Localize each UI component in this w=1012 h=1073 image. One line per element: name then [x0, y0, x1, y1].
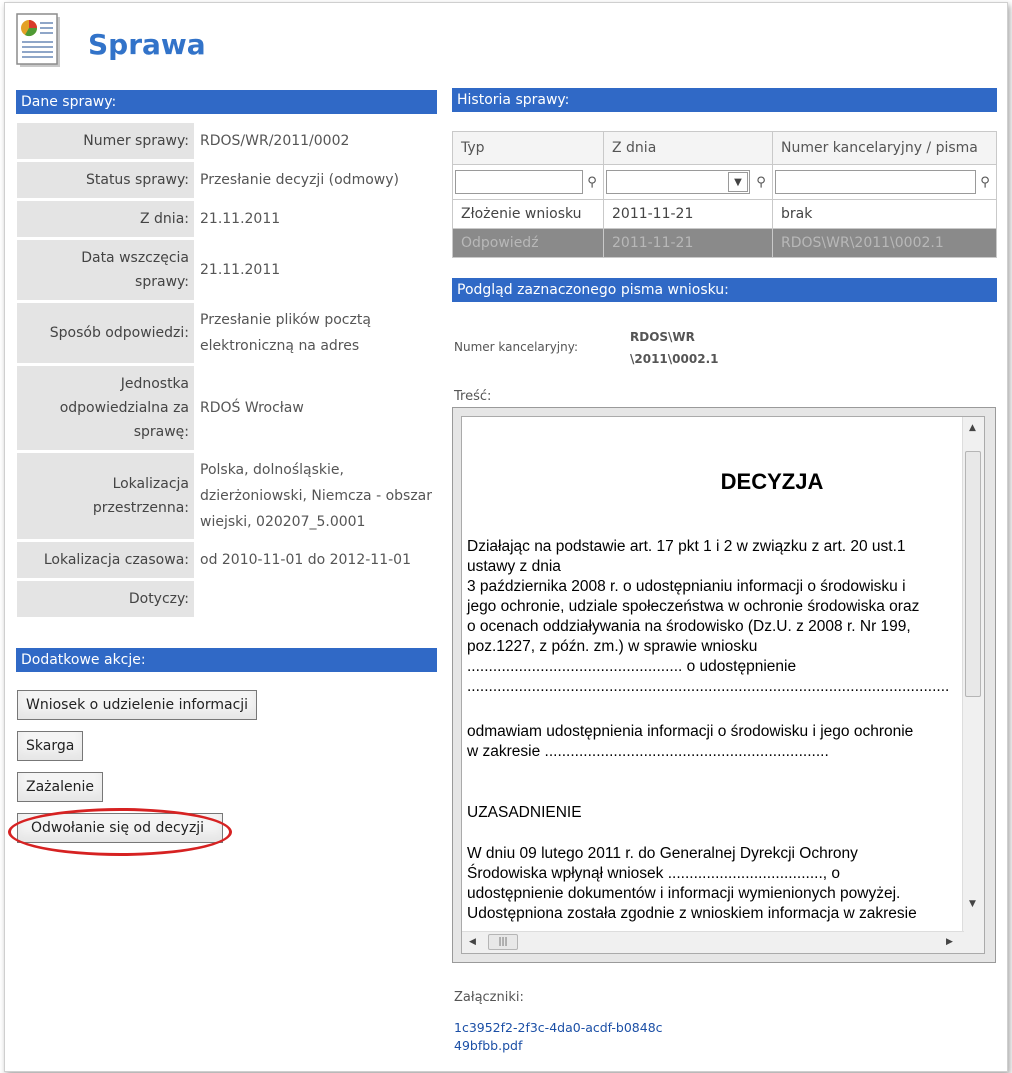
document-heading: DECYZJA: [720, 469, 824, 494]
cell-type: Złożenie wniosku: [452, 199, 604, 229]
cell-number: RDOS\WR\2011\0002.1: [772, 228, 997, 258]
detail-value: od 2010-11-01 do 2012-11-01: [200, 552, 411, 568]
detail-row-temporal: Lokalizacja czasowa: od 2010-11-01 do 20…: [17, 542, 437, 578]
detail-row-status: Status sprawy: Przesłanie decyzji (odmow…: [17, 162, 437, 198]
attachment-link[interactable]: 1c3952f2-2f3c-4da0-acdf-b0848c49bfbb.pdf: [454, 1019, 664, 1055]
detail-row-numer: Numer sprawy: RDOS/WR/2011/0002: [17, 123, 437, 159]
complaint-button[interactable]: Skarga: [17, 731, 84, 761]
detail-row-unit: Jednostka odpowiedzialna za sprawę: RDOŚ…: [17, 366, 437, 450]
cell-date: 2011-11-21: [603, 199, 773, 229]
page-header: Sprawa: [16, 12, 206, 72]
detail-value: RDOŚ Wrocław: [200, 400, 304, 416]
vertical-scroll-thumb[interactable]: [965, 451, 981, 697]
table-row[interactable]: Złożenie wniosku 2011-11-21 brak: [452, 199, 997, 229]
history-section-header: Historia sprawy:: [452, 88, 997, 112]
document-report-icon: [16, 13, 72, 71]
content-label: Treść:: [454, 389, 492, 404]
document-paragraph: Działając na podstawie art. 17 pkt 1 i 2…: [467, 538, 950, 695]
appeal-decision-button[interactable]: Odwołanie się od decyzji: [17, 813, 223, 843]
detail-label: Z dnia:: [17, 201, 194, 237]
detail-label: Lokalizacja czasowa:: [17, 542, 194, 578]
actions-section-header: Dodatkowe akcje:: [16, 648, 437, 672]
cell-type: Odpowiedź: [452, 228, 604, 258]
document-paragraph: odmawiam udostępnienia informacji o środ…: [467, 723, 914, 760]
column-header-type[interactable]: Typ: [452, 131, 604, 165]
grievance-button[interactable]: Zażalenie: [17, 772, 103, 802]
details-section-header: Dane sprawy:: [16, 90, 437, 114]
filter-number-input[interactable]: [775, 170, 976, 194]
detail-row-start-date: Data wszczęcia sprawy: 21.11.2011: [17, 240, 437, 300]
horizontal-scroll-thumb[interactable]: |||: [488, 934, 518, 950]
filter-type-input[interactable]: [455, 170, 583, 194]
cell-number: brak: [772, 199, 997, 229]
detail-value: Polska, dolnośląskie, dzierżoniowski, Ni…: [200, 462, 432, 530]
cell-date: 2011-11-21: [603, 228, 773, 258]
filter-cell: ⚲: [772, 164, 997, 200]
detail-label: Lokalizacja przestrzenna:: [17, 453, 194, 539]
registry-number-label: Numer kancelaryjny:: [454, 340, 579, 354]
document-paragraph: W dniu 09 lutego 2011 r. do Generalnej D…: [467, 845, 917, 922]
scroll-up-icon[interactable]: ▲: [969, 423, 976, 433]
scrollbar-corner: [963, 932, 984, 953]
attachments-label: Załączniki:: [454, 990, 524, 1005]
detail-label: Data wszczęcia sprawy:: [17, 240, 194, 300]
document-content: DECYZJA Działając na podstawie art. 17 p…: [462, 417, 964, 933]
document-paragraph: UZASADNIENIE: [467, 804, 582, 821]
detail-value: 21.11.2011: [200, 211, 281, 227]
detail-value: 21.11.2011: [200, 262, 281, 278]
detail-value: Przesłanie plików pocztą elektroniczną n…: [200, 312, 371, 354]
horizontal-scrollbar[interactable]: ◀ ||| ▶: [462, 931, 964, 953]
registry-number-value: RDOS\WR \2011\0002.1: [630, 326, 750, 370]
detail-row-subject: Dotyczy:: [17, 581, 437, 617]
detail-row-response-method: Sposób odpowiedzi: Przesłanie plików poc…: [17, 303, 437, 363]
filter-icon[interactable]: ⚲: [976, 175, 994, 190]
detail-row-date: Z dnia: 21.11.2011: [17, 201, 437, 237]
vertical-scrollbar[interactable]: ▲ ▼: [962, 417, 984, 933]
table-row-selected[interactable]: Odpowiedź 2011-11-21 RDOS\WR\2011\0002.1: [452, 228, 997, 258]
request-information-button[interactable]: Wniosek o udzielenie informacji: [17, 690, 258, 720]
registry-number-line: \2011\0002.1: [630, 352, 719, 366]
scroll-down-icon[interactable]: ▼: [969, 899, 976, 909]
filter-icon[interactable]: ⚲: [752, 175, 770, 190]
detail-value: RDOS/WR/2011/0002: [200, 133, 350, 149]
details-table: Numer sprawy: RDOS/WR/2011/0002 Status s…: [17, 120, 437, 620]
scroll-left-icon[interactable]: ◀: [469, 937, 476, 947]
filter-cell: ▼ ⚲: [603, 164, 773, 200]
detail-label: Status sprawy:: [17, 162, 194, 198]
registry-number-line: RDOS\WR: [630, 330, 695, 344]
preview-section-header: Podgląd zaznaczonego pisma wniosku:: [452, 278, 997, 302]
detail-label: Sposób odpowiedzi:: [17, 303, 194, 363]
column-header-number[interactable]: Numer kancelaryjny / pisma: [772, 131, 997, 165]
detail-label: Jednostka odpowiedzialna za sprawę:: [17, 366, 194, 450]
detail-value: Przesłanie decyzji (odmowy): [200, 172, 399, 188]
filter-icon[interactable]: ⚲: [583, 175, 601, 190]
page-title: Sprawa: [88, 27, 206, 61]
chevron-down-icon[interactable]: ▼: [728, 172, 748, 192]
column-header-date[interactable]: Z dnia: [603, 131, 773, 165]
filter-row: ⚲ ▼ ⚲ ⚲: [452, 164, 997, 200]
detail-label: Dotyczy:: [17, 581, 194, 617]
document-viewer: DECYZJA Działając na podstawie art. 17 p…: [452, 407, 996, 963]
document-area[interactable]: DECYZJA Działając na podstawie art. 17 p…: [461, 416, 985, 954]
detail-value: [194, 581, 437, 617]
filter-cell: ⚲: [452, 164, 604, 200]
history-table: Typ Z dnia Numer kancelaryjny / pisma ⚲ …: [452, 131, 997, 258]
detail-label: Numer sprawy:: [17, 123, 194, 159]
detail-row-spatial: Lokalizacja przestrzenna: Polska, dolnoś…: [17, 453, 437, 539]
scroll-right-icon[interactable]: ▶: [946, 937, 953, 947]
